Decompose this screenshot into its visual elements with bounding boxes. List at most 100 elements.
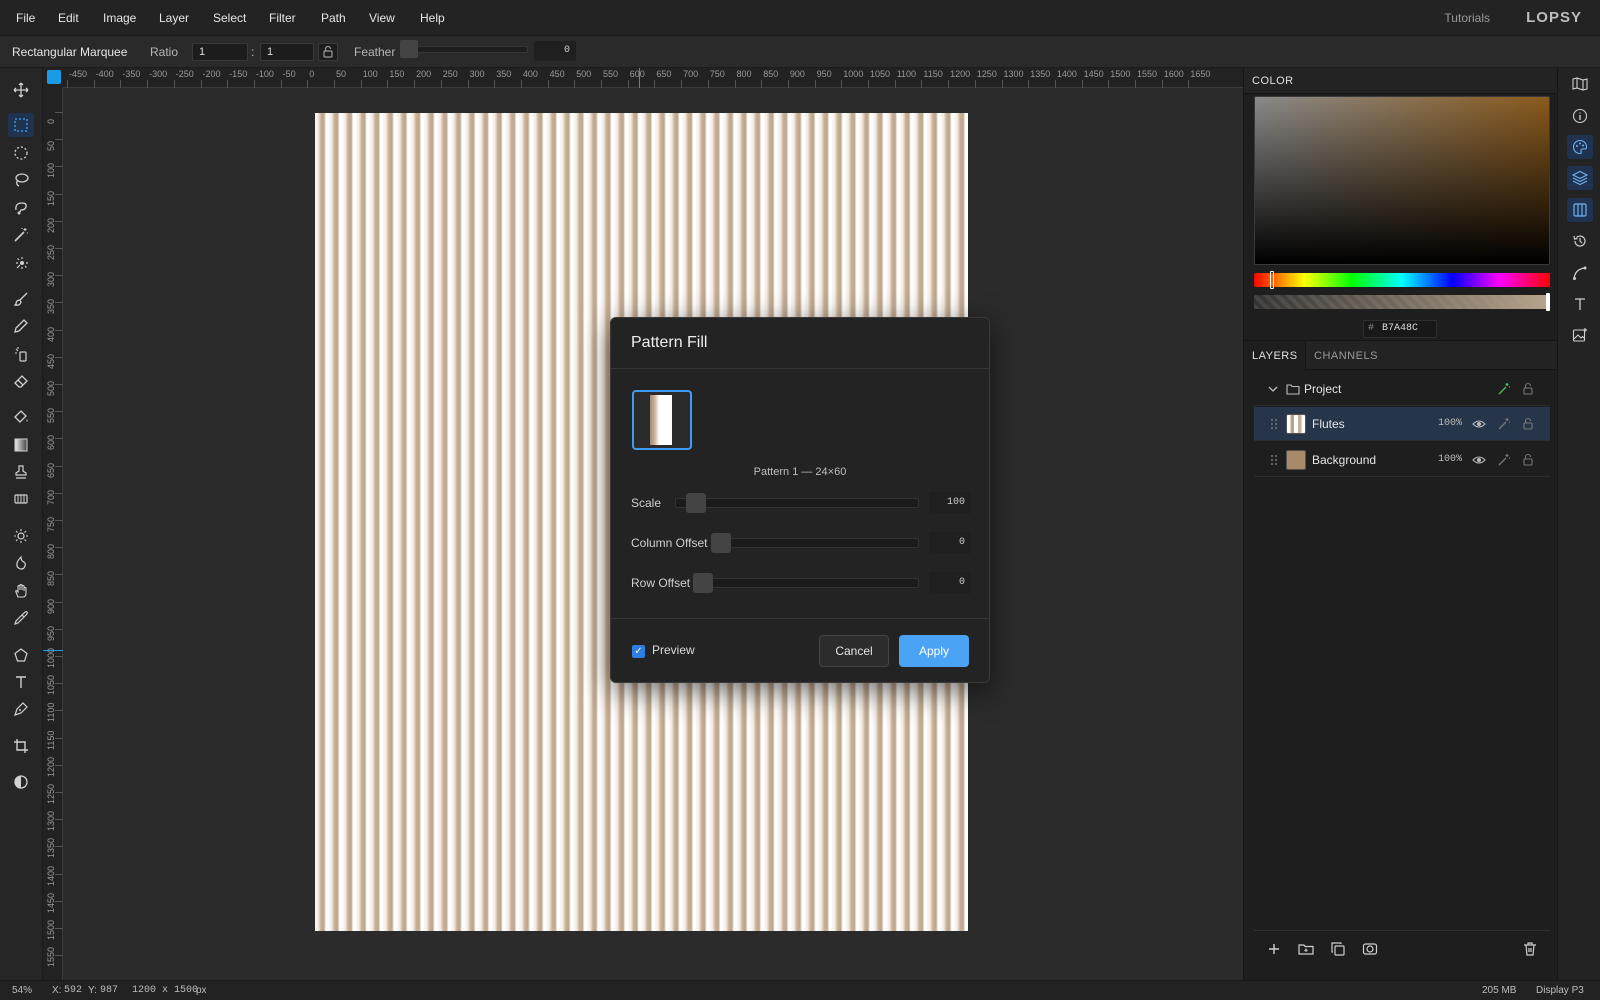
burn-tool[interactable] [8,551,34,575]
layer-name[interactable]: Background [1312,443,1376,477]
color-profile[interactable]: Display P3 [1536,981,1584,1000]
menu-edit[interactable]: Edit [58,0,79,36]
feather-value[interactable]: 0 [534,41,576,61]
preview-label[interactable]: Preview [652,643,695,657]
feather-slider[interactable] [400,40,528,58]
layer-name[interactable]: Flutes [1312,407,1345,441]
menu-help[interactable]: Help [420,0,445,36]
add-layer-icon[interactable] [1266,941,1282,957]
scale-value-input[interactable]: 100 [929,492,971,514]
history-button[interactable] [1567,229,1593,253]
tab-layers[interactable]: LAYERS [1252,341,1298,371]
apply-button[interactable]: Apply [899,635,969,667]
trash-icon[interactable] [1522,941,1538,957]
column-offset-value-input[interactable]: 0 [929,532,971,554]
polygon-tool[interactable] [8,643,34,667]
ratio-height-input[interactable]: 1 [260,43,314,61]
tab-channels[interactable]: CHANNELS [1314,341,1378,371]
hue-slider-thumb[interactable] [1270,271,1274,289]
layer-row-flutes[interactable]: Flutes 100% [1254,407,1550,441]
hand-tool[interactable] [8,579,34,603]
stamp-tool[interactable] [8,460,34,484]
brush-tool[interactable] [8,287,34,311]
zoom-level[interactable]: 54% [12,981,32,1000]
pen-tool[interactable] [8,697,34,721]
eraser-tool[interactable] [8,369,34,393]
mask-icon[interactable] [1362,941,1378,957]
move-tool[interactable] [8,78,34,102]
dodge-tool[interactable] [8,524,34,548]
clone-tool[interactable] [8,342,34,366]
drag-handle-icon[interactable] [1270,418,1278,430]
lock-icon[interactable] [1521,417,1535,431]
feather-thumb[interactable] [400,40,418,58]
channels-panel-button[interactable] [1567,198,1593,222]
lasso-tool[interactable] [8,168,34,192]
preview-checkbox[interactable]: ✓ [632,645,645,658]
character-button[interactable] [1567,292,1593,316]
scale-track[interactable] [675,498,919,508]
magnetic-lasso-tool[interactable] [8,196,34,220]
layer-opacity[interactable]: 100% [1438,443,1462,477]
menu-layer[interactable]: Layer [159,0,189,36]
scale-thumb[interactable] [686,493,707,513]
navigator-button[interactable] [1567,72,1593,96]
row-offset-value-input[interactable]: 0 [929,572,971,594]
ruler-left-tick [55,792,63,793]
color-panel-button[interactable] [1567,135,1593,159]
layer-row-background[interactable]: Background 100% [1254,443,1550,477]
eye-icon[interactable] [1472,417,1486,431]
column-offset-thumb[interactable] [711,533,731,553]
ellipse-marquee-tool[interactable] [8,141,34,165]
layers-panel-button[interactable] [1567,166,1593,190]
layer-opacity[interactable]: 100% [1438,407,1462,441]
fx-icon[interactable] [1497,453,1511,467]
alpha-slider[interactable] [1254,295,1550,309]
alpha-slider-thumb[interactable] [1546,293,1550,311]
row-offset-track[interactable] [693,578,919,588]
crop-tool[interactable] [8,734,34,758]
tutorials-link[interactable]: Tutorials [1444,0,1490,36]
menu-file[interactable]: File [16,0,35,36]
menu-select[interactable]: Select [213,0,246,36]
cancel-button[interactable]: Cancel [819,635,889,667]
ruler-left-tick-label: 1200 [46,756,56,777]
lock-icon[interactable] [1521,453,1535,467]
info-button[interactable] [1567,104,1593,128]
eyedropper-tool[interactable] [8,606,34,630]
color-saturation-field[interactable] [1254,96,1550,265]
pattern-thumbnail[interactable] [632,390,692,450]
eye-icon[interactable] [1472,453,1486,467]
fx-icon[interactable] [1497,417,1511,431]
hex-value[interactable]: B7A48C [1382,321,1418,337]
hex-color-input[interactable]: # B7A48C [1363,320,1437,338]
pattern-stamp-tool[interactable] [8,487,34,511]
new-group-icon[interactable] [1298,941,1314,957]
fx-active-icon[interactable] [1497,382,1511,396]
chevron-down-icon[interactable] [1266,382,1280,396]
ratio-lock-button[interactable] [318,43,338,61]
text-tool[interactable] [8,670,34,694]
tab-color[interactable]: COLOR [1252,68,1294,94]
menu-filter[interactable]: Filter [269,0,296,36]
hue-slider[interactable] [1254,273,1550,287]
magic-wand-tool[interactable] [8,223,34,247]
duplicate-icon[interactable] [1330,941,1346,957]
pencil-tool[interactable] [8,314,34,338]
lock-icon[interactable] [1521,382,1535,396]
column-offset-track[interactable] [711,538,919,548]
bucket-tool[interactable] [8,405,34,429]
gradient-tool[interactable] [8,433,34,457]
contrast-tool[interactable] [8,770,34,794]
ratio-width-input[interactable]: 1 [192,43,248,61]
quick-select-tool[interactable] [8,250,34,274]
rect-marquee-tool[interactable] [8,113,34,137]
add-image-button[interactable] [1567,323,1593,347]
layer-group-row[interactable]: Project [1254,372,1550,406]
drag-handle-icon[interactable] [1270,454,1278,466]
menu-view[interactable]: View [369,0,395,36]
row-offset-thumb[interactable] [693,573,713,593]
menu-image[interactable]: Image [103,0,136,36]
paths-button[interactable] [1567,261,1593,285]
menu-path[interactable]: Path [321,0,346,36]
